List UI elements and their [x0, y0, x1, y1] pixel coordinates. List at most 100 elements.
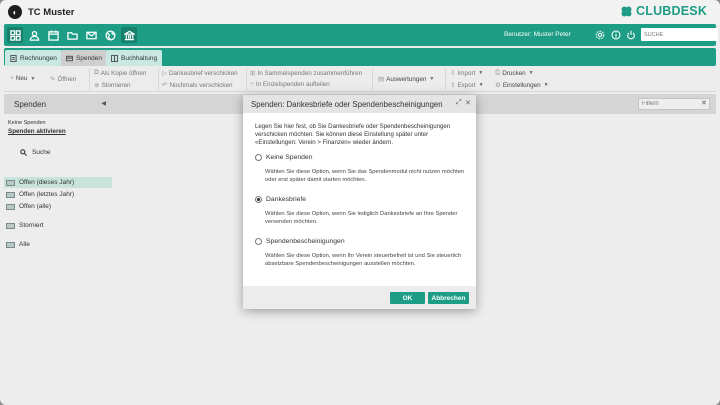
- copy-open-button[interactable]: ⧉ Als Kopie öffnen: [94, 69, 146, 77]
- option-label: Dankesbriefe: [266, 196, 307, 203]
- list-icon: [6, 191, 15, 198]
- option-label: Spendenbescheinigungen: [266, 238, 345, 245]
- sidebar-search[interactable]: Suche: [20, 149, 50, 156]
- plus-icon: +: [10, 75, 14, 82]
- tab-label: Rechnungen: [20, 54, 57, 62]
- ledger-icon: [111, 54, 118, 62]
- reports-button[interactable]: ▤ Auswertungen ▼: [378, 75, 434, 84]
- search-icon: [20, 149, 27, 156]
- clear-filter-icon[interactable]: ✕: [701, 99, 707, 107]
- settings-gear-icon[interactable]: [594, 29, 605, 40]
- globe-icon[interactable]: [102, 27, 118, 43]
- list-icon: [6, 203, 15, 210]
- cancel-button[interactable]: Abbrechen: [428, 292, 469, 304]
- toolbar-divider: [158, 68, 159, 90]
- expand-icon[interactable]: ⤢: [456, 99, 462, 107]
- sidebar-item-label: Storniert: [19, 222, 44, 229]
- resend-thanks-button[interactable]: ↶ Nochmals verschicken: [162, 81, 233, 90]
- list-icon: [6, 222, 15, 229]
- printer-icon: ⎙: [495, 69, 501, 76]
- new-label: Neu: [15, 75, 28, 82]
- sidebar-item-cancelled[interactable]: Storniert: [4, 220, 112, 231]
- mail-icon[interactable]: [83, 27, 99, 43]
- cancel-donation-button[interactable]: ⊗ Stornieren: [94, 81, 131, 90]
- option-description: Wählen Sie diese Option, wenn Sie ledigl…: [265, 211, 458, 225]
- sidebar-item-open-this-year[interactable]: Offen (dieses Jahr): [4, 177, 112, 188]
- radio-button[interactable]: [255, 154, 262, 161]
- app-window: ◐ TC Muster Benutzer: Muster Peter SUCHE…: [0, 0, 720, 405]
- app-logo-icon: ◐: [8, 5, 22, 19]
- sidebar-item-open-all[interactable]: Offen (alle): [4, 201, 112, 212]
- bank-icon[interactable]: [121, 27, 137, 43]
- gear-icon: ⚙: [495, 82, 501, 89]
- toolbar-divider: [445, 68, 446, 90]
- search-label: Suche: [32, 149, 51, 156]
- send-thanks-label: Dankesbrief verschicken: [169, 69, 238, 77]
- sidebar: Spenden ◀ Keine Spenden Spenden aktivier…: [4, 94, 114, 405]
- option-no-donations[interactable]: Keine Spenden: [255, 154, 313, 161]
- filter-input[interactable]: [638, 98, 710, 110]
- resend-icon: ↶: [162, 82, 168, 89]
- info-icon[interactable]: [610, 29, 621, 40]
- brand: CLUBDESK: [620, 4, 707, 18]
- folder-icon[interactable]: [64, 27, 80, 43]
- sidebar-item-open-last-year[interactable]: Offen (letztes Jahr): [4, 189, 112, 200]
- toolbar: + Neu ▼ ✎ Öffnen ⧉ Als Kopie öffnen ⊗ St…: [4, 66, 716, 92]
- open-button[interactable]: ✎ Öffnen: [50, 75, 77, 84]
- chevron-down-icon: ▼: [478, 70, 484, 76]
- dialog-intro-text: Legen Sie hier fest, ob Sie Dankesbriefe…: [255, 123, 451, 147]
- sidebar-item-all[interactable]: Alle: [4, 239, 112, 250]
- main-header: Benutzer: Muster Peter: [4, 24, 718, 46]
- invoice-icon: [10, 54, 17, 62]
- list-icon: [6, 241, 15, 248]
- calendar-icon[interactable]: [45, 27, 61, 43]
- export-button[interactable]: ⇧ Export ▼: [450, 81, 484, 90]
- close-icon[interactable]: ✕: [465, 99, 471, 107]
- global-search-input[interactable]: [641, 28, 718, 41]
- toolbar-divider: [246, 68, 247, 90]
- tab-spenden[interactable]: Spenden: [61, 50, 108, 66]
- dialog-title-bar: Spenden: Dankesbriefe oder Spendenbesche…: [243, 95, 476, 113]
- send-thanks-button[interactable]: ▷ Dankesbrief verschicken: [162, 69, 238, 78]
- power-icon[interactable]: [625, 29, 636, 40]
- option-donation-receipts[interactable]: Spendenbescheinigungen: [255, 238, 345, 245]
- option-thank-you-letters[interactable]: Dankesbriefe: [255, 196, 306, 203]
- print-button[interactable]: ⎙ Drucken ▼: [495, 69, 534, 77]
- sidebar-item-label: Offen (letztes Jahr): [19, 191, 75, 198]
- new-button[interactable]: + Neu ▼: [10, 75, 35, 82]
- list-icon: [6, 179, 15, 186]
- open-label: Öffnen: [57, 75, 77, 83]
- tab-label: Spenden: [76, 54, 103, 62]
- user-label: Benutzer: Muster Peter: [504, 31, 571, 38]
- export-label: Export: [457, 81, 476, 89]
- option-description: Wählen Sie diese Option, wenn Sie das Sp…: [265, 169, 465, 183]
- tab-buchhaltung[interactable]: Buchhaltung: [106, 50, 163, 66]
- toolbar-divider: [89, 68, 90, 90]
- activate-donations-link[interactable]: Spenden aktivieren: [8, 128, 114, 135]
- radio-button[interactable]: [255, 238, 262, 245]
- settings-button[interactable]: ⚙ Einstellungen ▼: [495, 81, 549, 90]
- import-button[interactable]: ⇩ Import ▼: [450, 69, 484, 78]
- option-label: Keine Spenden: [266, 154, 313, 161]
- person-icon[interactable]: [26, 27, 42, 43]
- tab-rechnungen[interactable]: Rechnungen: [5, 50, 62, 66]
- split-single-button[interactable]: ⑂ In Einzelspenden aufteilen: [250, 81, 330, 88]
- ok-button[interactable]: OK: [390, 292, 425, 304]
- collapse-arrow-icon[interactable]: ◀: [101, 100, 106, 107]
- dashboard-icon[interactable]: [7, 27, 23, 43]
- merge-label: In Sammelspenden zusammenführen: [257, 69, 363, 77]
- chevron-down-icon: ▼: [543, 82, 549, 88]
- option-description: Wählen Sie diese Option, wenn Ihr Verein…: [265, 253, 462, 267]
- merge-collective-button[interactable]: ⊞ In Sammelspenden zusammenführen: [250, 69, 363, 78]
- cancel-icon: ⊗: [94, 82, 100, 89]
- no-donations-text: Keine Spenden: [8, 120, 46, 126]
- sidebar-item-label: Offen (dieses Jahr): [19, 179, 75, 186]
- tab-label: Buchhaltung: [121, 54, 158, 62]
- dialog-footer: OK Abbrechen: [243, 286, 476, 309]
- chevron-down-icon: ▼: [478, 82, 484, 88]
- split-label: In Einzelspenden aufteilen: [255, 81, 330, 88]
- resend-thanks-label: Nochmals verschicken: [169, 81, 233, 89]
- radio-button-selected[interactable]: [255, 196, 262, 203]
- donation-mode-dialog: Spenden: Dankesbriefe oder Spendenbesche…: [243, 95, 476, 309]
- copy-icon: ⧉: [94, 69, 99, 76]
